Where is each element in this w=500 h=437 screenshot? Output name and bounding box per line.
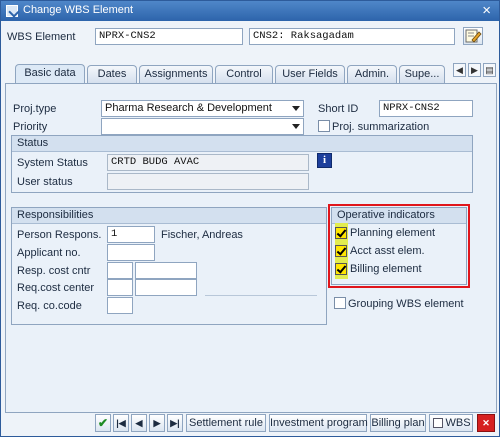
investment-program-button[interactable]: Investment program	[269, 414, 368, 432]
responsibilities-group-title: Responsibilities	[12, 208, 326, 224]
user-status-field	[107, 173, 309, 190]
priority-dropdown[interactable]	[101, 118, 304, 135]
wbs-button-label: WBS	[445, 417, 471, 429]
req-company-code-field[interactable]	[107, 297, 133, 314]
cancel-icon[interactable]: ✕	[477, 414, 495, 432]
edit-window-icon	[6, 5, 18, 17]
annotation-highlight-box	[328, 204, 470, 288]
priority-label: Priority	[13, 121, 48, 133]
edit-pencil-icon	[465, 29, 482, 43]
req-cost-center-field[interactable]	[135, 279, 197, 296]
proj-type-dropdown[interactable]: Pharma Research & Development	[101, 100, 304, 117]
req-cost-center-label: Req.cost center	[17, 282, 95, 294]
person-respons-label: Person Respons.	[17, 229, 102, 241]
tab-user-fields[interactable]: User Fields	[275, 65, 345, 83]
long-text-edit-button[interactable]	[463, 27, 483, 45]
document-icon	[433, 418, 443, 428]
applicant-no-label: Applicant no.	[17, 247, 81, 259]
wbs-element-field[interactable]: NPRX-CNS2	[95, 28, 243, 45]
status-group-title: Status	[12, 136, 472, 152]
user-status-label: User status	[17, 176, 73, 188]
resp-cost-center-area-field[interactable]	[107, 262, 133, 279]
wbs-button[interactable]: WBS	[429, 414, 473, 432]
short-id-label: Short ID	[318, 103, 359, 115]
req-cost-center-area-field[interactable]	[107, 279, 133, 296]
system-status-field: CRTD BUDG AVAC	[107, 154, 309, 171]
proj-type-label: Proj.type	[13, 103, 57, 115]
applicant-no-field[interactable]	[107, 244, 155, 261]
tab-scroll-left-icon[interactable]: ◀	[453, 63, 466, 77]
tab-admin[interactable]: Admin.	[347, 65, 397, 83]
billing-plan-button[interactable]: Billing plan	[370, 414, 426, 432]
person-respons-field[interactable]: 1	[107, 226, 155, 243]
close-icon[interactable]: ×	[482, 2, 491, 20]
tab-control[interactable]: Control	[215, 65, 273, 83]
grouping-wbs-checkbox[interactable]	[334, 297, 346, 309]
short-id-field[interactable]: NPRX-CNS2	[379, 100, 473, 117]
grouping-wbs-label: Grouping WBS element	[348, 298, 464, 310]
confirm-check-icon[interactable]: ✔	[95, 414, 111, 432]
chevron-down-icon	[292, 124, 300, 129]
divider	[205, 295, 317, 296]
tab-dates[interactable]: Dates	[87, 65, 137, 83]
proj-summarization-checkbox[interactable]	[318, 120, 330, 132]
change-wbs-window: Change WBS Element × WBS Element NPRX-CN…	[0, 0, 500, 437]
tab-superior[interactable]: Supe...	[399, 65, 445, 83]
settlement-rule-button[interactable]: Settlement rule	[186, 414, 266, 432]
title-bar: Change WBS Element ×	[1, 1, 499, 21]
last-page-icon[interactable]: ▶|	[167, 414, 183, 432]
proj-type-value: Pharma Research & Development	[105, 102, 272, 114]
tab-list-icon[interactable]: ▤	[483, 63, 496, 77]
tab-basic-data[interactable]: Basic data	[15, 64, 85, 84]
system-status-label: System Status	[17, 157, 88, 169]
proj-summarization-label: Proj. summarization	[332, 121, 430, 133]
status-info-button[interactable]: i	[317, 153, 332, 168]
first-page-icon[interactable]: |◀	[113, 414, 129, 432]
person-name-text: Fischer, Andreas	[161, 229, 243, 241]
tab-scroll-right-icon[interactable]: ▶	[468, 63, 481, 77]
previous-page-icon[interactable]: ◀	[131, 414, 147, 432]
wbs-element-label: WBS Element	[7, 31, 76, 43]
resp-cost-center-label: Resp. cost cntr	[17, 265, 91, 277]
resp-cost-center-field[interactable]	[135, 262, 197, 279]
window-title: Change WBS Element	[23, 4, 134, 16]
next-page-icon[interactable]: ▶	[149, 414, 165, 432]
wbs-description-field[interactable]: CNS2: Raksagadam	[249, 28, 455, 45]
tab-assignments[interactable]: Assignments	[139, 65, 213, 83]
chevron-down-icon	[292, 106, 300, 111]
req-company-code-label: Req. co.code	[17, 300, 82, 312]
